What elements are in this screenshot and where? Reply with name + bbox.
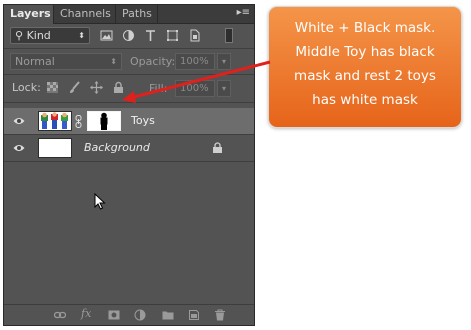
shape-filter-icon[interactable] bbox=[166, 29, 179, 42]
blend-mode-select[interactable]: Normal ⬍ bbox=[10, 53, 122, 70]
layer-row-background[interactable]: Background bbox=[4, 135, 254, 162]
opacity-input[interactable]: 100% bbox=[175, 53, 215, 70]
adjustment-layer-icon[interactable] bbox=[134, 309, 146, 321]
fill-label: Fill: bbox=[149, 82, 168, 95]
updown-icon: ⬍ bbox=[110, 57, 117, 66]
lock-position-icon[interactable] bbox=[90, 81, 103, 94]
updown-icon: ⬍ bbox=[78, 31, 85, 40]
image-filter-icon[interactable] bbox=[100, 29, 113, 42]
opacity-label: Opacity: bbox=[130, 55, 176, 68]
visibility-eye-icon[interactable] bbox=[13, 116, 25, 126]
tab-layers[interactable]: Layers bbox=[4, 5, 54, 24]
add-mask-icon[interactable] bbox=[108, 309, 120, 321]
mask-link-icon[interactable] bbox=[75, 115, 82, 128]
lock-icon bbox=[213, 142, 222, 153]
new-layer-icon[interactable] bbox=[188, 309, 200, 321]
layers-bottom-toolbar: fx bbox=[4, 304, 254, 325]
toys-thumbnail-image bbox=[41, 112, 68, 129]
kind-label: Kind bbox=[26, 29, 51, 42]
new-group-icon[interactable] bbox=[162, 309, 174, 321]
filter-toggle-switch[interactable] bbox=[225, 28, 233, 43]
fill-dropdown-button[interactable]: ▾ bbox=[217, 80, 231, 97]
trash-icon[interactable] bbox=[214, 309, 226, 321]
panel-menu-icon[interactable]: ▸≡ bbox=[237, 6, 250, 20]
smart-object-filter-icon[interactable] bbox=[188, 29, 201, 42]
tab-paths[interactable]: Paths bbox=[116, 5, 158, 23]
link-layers-icon[interactable] bbox=[54, 309, 66, 321]
opacity-dropdown-button[interactable]: ▾ bbox=[217, 53, 231, 70]
layer-name[interactable]: Background bbox=[84, 141, 150, 154]
lock-label: Lock: bbox=[12, 81, 41, 94]
fill-input[interactable]: 100% bbox=[175, 80, 215, 97]
search-icon: ⚲ bbox=[15, 29, 27, 42]
lock-row: Lock: Fill: 100% ▾ bbox=[4, 76, 254, 103]
layer-thumbnail[interactable] bbox=[38, 111, 72, 131]
layer-row-toys[interactable]: Toys bbox=[4, 108, 254, 135]
lock-transparent-pixels-icon[interactable] bbox=[46, 81, 59, 94]
lock-all-icon[interactable] bbox=[112, 81, 125, 94]
panel-tab-bar: Layers Channels Paths ▸≡ bbox=[4, 5, 254, 24]
layers-panel: Layers Channels Paths ▸≡ ⚲ Kind ⬍ Normal… bbox=[3, 4, 255, 326]
layer-thumbnail[interactable] bbox=[38, 138, 72, 158]
annotation-callout: White + Black mask. Middle Toy has black… bbox=[268, 6, 462, 128]
type-filter-icon[interactable] bbox=[144, 29, 157, 42]
layer-name[interactable]: Toys bbox=[131, 114, 155, 127]
blend-row: Normal ⬍ Opacity: 100% ▾ bbox=[4, 50, 254, 75]
lock-image-pixels-icon[interactable] bbox=[68, 81, 81, 94]
mouse-cursor-icon bbox=[94, 193, 106, 210]
mask-silhouette-image bbox=[100, 112, 108, 130]
visibility-eye-icon[interactable] bbox=[13, 143, 25, 153]
callout-text: White + Black mask. Middle Toy has black… bbox=[294, 20, 436, 108]
filter-row: ⚲ Kind ⬍ bbox=[4, 24, 254, 49]
layer-mask-thumbnail[interactable] bbox=[87, 111, 121, 131]
adjustment-filter-icon[interactable] bbox=[122, 29, 135, 42]
blend-mode-value: Normal bbox=[15, 55, 55, 68]
kind-filter-select[interactable]: ⚲ Kind ⬍ bbox=[10, 27, 90, 44]
tab-channels[interactable]: Channels bbox=[54, 5, 116, 23]
fx-icon[interactable]: fx bbox=[81, 307, 91, 320]
